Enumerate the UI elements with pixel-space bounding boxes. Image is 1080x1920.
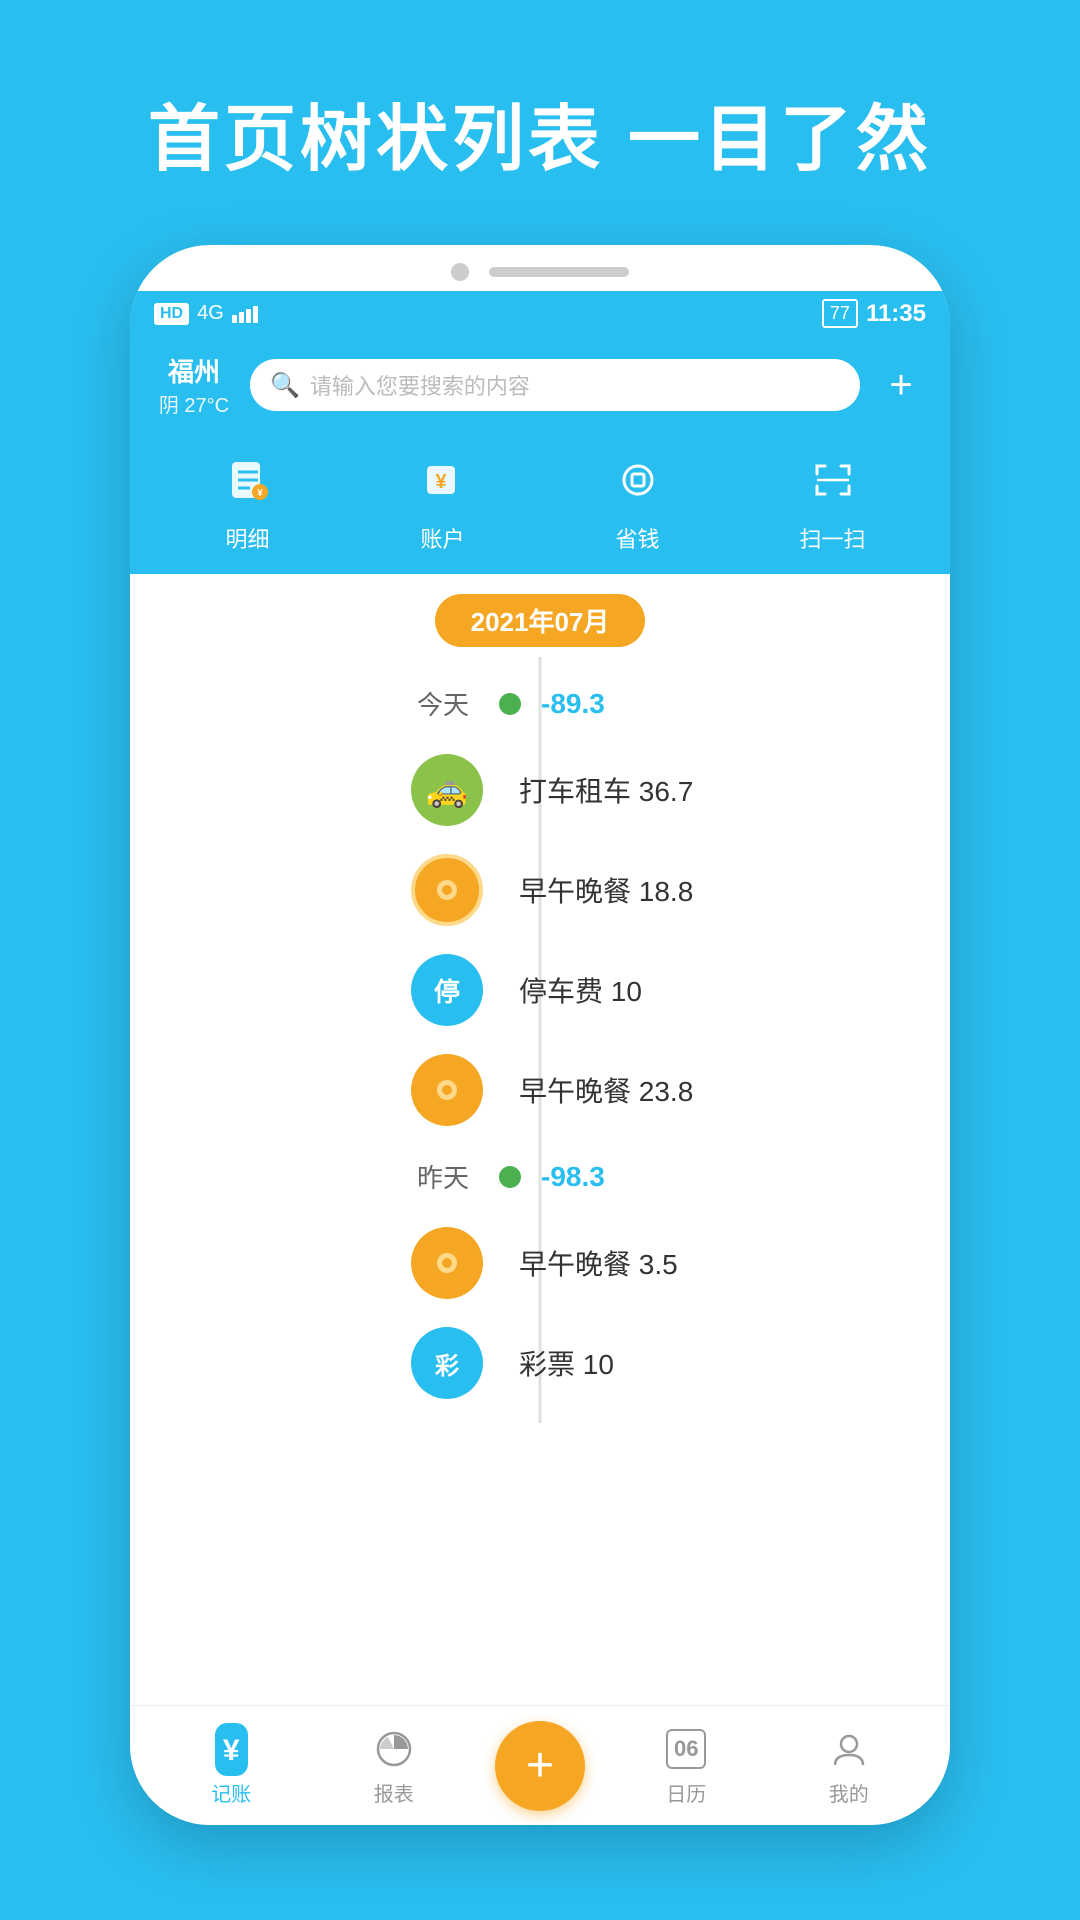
- status-bar: HD 4G 77 11:35: [130, 291, 950, 336]
- tx-row-meal1[interactable]: 早午晚餐 18.8: [130, 840, 950, 940]
- nav-icons-bar: ¥ 明细 ¥ 账户 省钱: [130, 434, 950, 574]
- app-header: 福州 阴 27°C 🔍 请输入您要搜索的内容 +: [130, 336, 950, 434]
- detail-label: 明细: [225, 522, 269, 554]
- svg-text:¥: ¥: [257, 488, 263, 499]
- weather-info: 福州 阴 27°C: [154, 352, 234, 418]
- tx-left-meal2: [130, 1054, 499, 1126]
- tx-left-meal3: [130, 1227, 499, 1299]
- tx-label-meal3: 早午晚餐 3.5: [499, 1243, 678, 1283]
- bottom-nav-mine[interactable]: 我的: [768, 1724, 931, 1807]
- calendar-label: 日历: [666, 1778, 706, 1807]
- timeline: 今天 -89.3 🚕 打车租车 36.7: [130, 657, 950, 1423]
- network-badge: 4G: [197, 302, 224, 325]
- tx-label-meal2: 早午晚餐 23.8: [499, 1070, 693, 1110]
- jizhang-icon: ¥: [206, 1724, 256, 1774]
- bottom-nav-report[interactable]: 报表: [313, 1724, 476, 1807]
- phone-mockup: HD 4G 77 11:35 福州 阴 27°C 🔍 请输入您要: [130, 245, 950, 1825]
- tx-row-parking[interactable]: 停 停车费 10: [130, 940, 950, 1040]
- hd-badge: HD: [154, 303, 189, 325]
- add-center-icon: +: [526, 1742, 554, 1790]
- add-center-button[interactable]: +: [495, 1721, 585, 1811]
- account-icon: ¥: [407, 444, 479, 516]
- report-label: 报表: [374, 1778, 414, 1807]
- day-row-yesterday: 昨天 -98.3: [130, 1140, 950, 1213]
- day-label-today: 今天: [130, 685, 499, 722]
- account-label: 账户: [420, 522, 464, 554]
- bottom-nav-jizhang[interactable]: ¥ 记账: [150, 1724, 313, 1807]
- nav-item-save[interactable]: 省钱: [602, 444, 674, 554]
- tx-left-taxi: 🚕: [130, 754, 499, 826]
- tx-label-lottery: 彩票 10: [499, 1343, 614, 1383]
- tx-row-lottery[interactable]: 彩 彩票 10: [130, 1313, 950, 1413]
- tx-icon-parking: 停: [411, 954, 483, 1026]
- add-button[interactable]: +: [876, 363, 926, 408]
- nav-item-scan[interactable]: 扫一扫: [797, 444, 869, 554]
- status-left: HD 4G: [154, 302, 258, 325]
- calendar-icon: 06: [661, 1724, 711, 1774]
- tx-icon-lottery: 彩: [411, 1327, 483, 1399]
- tx-left-lottery: 彩: [130, 1327, 499, 1399]
- header-row: 福州 阴 27°C 🔍 请输入您要搜索的内容 +: [154, 352, 926, 418]
- status-right: 77 11:35: [822, 299, 926, 328]
- tx-left-meal1: [130, 854, 499, 926]
- bottom-nav: ¥ 记账 报表 + 06: [130, 1705, 950, 1825]
- day-amount-today: -89.3: [521, 688, 605, 720]
- nav-item-account[interactable]: ¥ 账户: [407, 444, 479, 554]
- signal-bars: [232, 305, 258, 323]
- day-row-today: 今天 -89.3: [130, 667, 950, 740]
- weather-temp: 阴 27°C: [154, 389, 234, 418]
- battery-level: 77: [822, 299, 858, 328]
- bottom-nav-add[interactable]: +: [475, 1721, 605, 1811]
- tx-icon-meal1: [411, 854, 483, 926]
- month-badge: 2021年07月: [435, 594, 646, 647]
- tx-label-meal1: 早午晚餐 18.8: [499, 870, 693, 910]
- tx-row-taxi[interactable]: 🚕 打车租车 36.7: [130, 740, 950, 840]
- nav-item-detail[interactable]: ¥ 明细: [212, 444, 284, 554]
- mine-label: 我的: [829, 1778, 869, 1807]
- tx-label-taxi: 打车租车 36.7: [499, 770, 693, 810]
- day-dot-today: [499, 693, 521, 715]
- tx-label-parking: 停车费 10: [499, 970, 642, 1010]
- search-placeholder-text: 请输入您要搜索的内容: [310, 369, 530, 401]
- bar1: [232, 315, 237, 323]
- phone-speaker: [489, 267, 629, 277]
- scan-icon: [797, 444, 869, 516]
- tx-icon-meal2: [411, 1054, 483, 1126]
- phone-top-bar: [130, 245, 950, 291]
- city-label: 福州: [154, 352, 234, 389]
- month-badge-wrap: 2021年07月: [130, 574, 950, 657]
- bar4: [253, 306, 258, 323]
- search-bar[interactable]: 🔍 请输入您要搜索的内容: [250, 359, 860, 411]
- svg-text:¥: ¥: [435, 471, 447, 493]
- tx-left-parking: 停: [130, 954, 499, 1026]
- tx-row-meal3[interactable]: 早午晚餐 3.5: [130, 1213, 950, 1313]
- bar3: [246, 309, 251, 323]
- jizhang-label: 记账: [211, 1778, 251, 1807]
- tx-row-meal2[interactable]: 早午晚餐 23.8: [130, 1040, 950, 1140]
- bar2: [239, 312, 244, 323]
- search-icon: 🔍: [270, 371, 300, 400]
- report-icon: [369, 1724, 419, 1774]
- time-display: 11:35: [866, 300, 926, 328]
- bottom-nav-calendar[interactable]: 06 日历: [605, 1724, 768, 1807]
- detail-icon: ¥: [212, 444, 284, 516]
- content-area: 2021年07月 今天 -89.3 🚕 打车租车 36.7: [130, 574, 950, 1644]
- tx-icon-taxi: 🚕: [411, 754, 483, 826]
- page-headline: 首页树状列表 一目了然: [0, 0, 1080, 245]
- phone-camera: [451, 263, 469, 281]
- day-label-yesterday: 昨天: [130, 1158, 499, 1195]
- mine-icon: [824, 1724, 874, 1774]
- day-dot-yesterday: [499, 1166, 521, 1188]
- scan-label: 扫一扫: [799, 522, 865, 554]
- save-label: 省钱: [615, 522, 659, 554]
- tx-icon-meal3: [411, 1227, 483, 1299]
- save-icon: [602, 444, 674, 516]
- day-amount-yesterday: -98.3: [521, 1161, 605, 1193]
